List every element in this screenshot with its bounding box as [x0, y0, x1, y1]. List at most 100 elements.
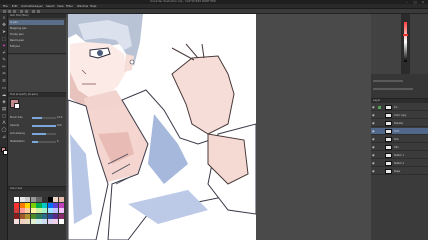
layer-row[interactable]: ◉ Color copy	[371, 112, 428, 119]
subtool-item[interactable]: Felt pen	[10, 44, 20, 49]
save-icon[interactable]	[13, 10, 16, 13]
illustration-canvas[interactable]	[68, 14, 256, 240]
layer-row[interactable]: ◉ Shadow	[371, 120, 428, 127]
layer-row[interactable]: ◉ Hair	[371, 144, 428, 151]
color-slider-strip[interactable]	[401, 14, 410, 74]
move-tool-icon[interactable]: ✥	[1, 23, 7, 29]
gradient-tool-icon[interactable]: ▤	[1, 107, 7, 113]
open-file-icon[interactable]	[8, 10, 11, 13]
color-swatch[interactable]	[36, 219, 42, 224]
color-swatch[interactable]	[25, 197, 31, 202]
color-slider-track[interactable]	[404, 22, 407, 62]
color-swatch[interactable]	[36, 197, 42, 202]
eraser-tool-icon[interactable]: ▭	[1, 86, 7, 92]
color-swatch[interactable]	[30, 213, 36, 219]
opacity-slider[interactable]: Opacity 100	[10, 123, 64, 128]
layer-row[interactable]: ◉ Ink	[371, 104, 428, 111]
eye-icon[interactable]: ◉	[372, 129, 375, 133]
color-swatch[interactable]	[19, 213, 25, 219]
color-swatch[interactable]	[36, 202, 42, 208]
color-swatch[interactable]	[14, 197, 20, 202]
color-swatch[interactable]	[58, 197, 64, 202]
figure-tool-icon[interactable]: ◻	[1, 114, 7, 120]
color-swatch[interactable]	[58, 202, 64, 208]
color-swatch[interactable]	[53, 197, 59, 202]
color-swatch[interactable]	[53, 202, 59, 208]
color-swatch[interactable]	[14, 219, 20, 224]
sub-color-swatch[interactable]	[2, 150, 8, 155]
opacity-bar[interactable]	[373, 88, 413, 90]
color-swatch[interactable]	[47, 219, 53, 224]
color-swatch[interactable]	[25, 219, 31, 224]
blend-mode-bar[interactable]	[373, 80, 403, 82]
color-swatch[interactable]	[36, 213, 42, 219]
color-swatch[interactable]	[14, 213, 20, 219]
pen-tool-icon[interactable]: ✎	[1, 58, 7, 64]
color-swatch[interactable]	[47, 202, 53, 208]
stabilization-slider[interactable]: Stabilization 6	[10, 139, 64, 144]
sub-color-preview[interactable]	[14, 103, 20, 109]
layer-row[interactable]: ◉ Skin	[371, 136, 428, 143]
blend-tool-icon[interactable]: ☁	[1, 93, 7, 99]
text-tool-icon[interactable]: A	[1, 121, 7, 127]
subtool-item[interactable]: Real G-pen	[10, 38, 24, 43]
color-swatch[interactable]	[47, 208, 53, 213]
color-swatch[interactable]	[14, 202, 20, 208]
layer-row[interactable]: ◉ Sketch 1	[371, 152, 428, 159]
color-swatch[interactable]	[42, 202, 48, 208]
brush-tool-icon[interactable]: ♒	[1, 72, 7, 78]
color-swatch[interactable]	[42, 197, 48, 202]
eye-icon[interactable]: ◉	[372, 137, 375, 141]
redo-icon[interactable]	[25, 10, 28, 13]
transform-icon[interactable]	[37, 10, 40, 13]
color-swatch[interactable]	[36, 208, 42, 213]
slider-track[interactable]	[32, 140, 56, 143]
color-swatch[interactable]	[19, 202, 25, 208]
layer-row[interactable]: ◉ Shirt	[371, 128, 428, 135]
layer-row[interactable]: ◉ Paper	[371, 168, 428, 175]
subtool-item[interactable]: G-pen	[9, 20, 64, 25]
ruler-tool-icon[interactable]: ⊿	[1, 135, 7, 141]
airbrush-tool-icon[interactable]: ≋	[1, 79, 7, 85]
color-swatch[interactable]	[25, 208, 31, 213]
clear-icon[interactable]	[32, 10, 35, 13]
color-swatch[interactable]	[42, 208, 48, 213]
subtool-item[interactable]: Mapping pen	[10, 26, 27, 31]
color-swatch[interactable]	[30, 208, 36, 213]
zoom-tool-icon[interactable]: ⌕	[1, 16, 7, 22]
color-swatch[interactable]	[58, 219, 64, 224]
color-swatch[interactable]	[19, 219, 25, 224]
color-swatch[interactable]	[30, 202, 36, 208]
antialiasing-slider[interactable]: Anti-aliasing	[10, 131, 64, 136]
fill-tool-icon[interactable]: ◈	[1, 100, 7, 106]
eyedropper-tool-icon[interactable]: ⌿	[1, 51, 7, 57]
eye-icon[interactable]: ◉	[372, 153, 375, 157]
color-swatch[interactable]	[47, 213, 53, 219]
brush-size-slider[interactable]: Brush Size 12.0	[10, 115, 64, 120]
eye-icon[interactable]: ◉	[372, 145, 375, 149]
color-swatch[interactable]	[30, 197, 36, 202]
selection-tool-icon[interactable]: ⬚	[1, 37, 7, 43]
eye-icon[interactable]: ◉	[372, 121, 375, 125]
slider-track[interactable]	[32, 116, 56, 119]
new-file-icon[interactable]	[3, 10, 6, 13]
pencil-tool-icon[interactable]: ✏	[1, 65, 7, 71]
eye-icon[interactable]: ◉	[372, 161, 375, 165]
color-swatch[interactable]	[53, 208, 59, 213]
slider-track[interactable]	[32, 132, 56, 135]
color-swatch[interactable]	[58, 208, 64, 213]
color-swatch[interactable]	[42, 219, 48, 224]
slider-track[interactable]	[32, 124, 56, 127]
color-swatch[interactable]	[19, 208, 25, 213]
layer-row[interactable]: ◉ Sketch 2	[371, 160, 428, 167]
color-swatch[interactable]	[19, 197, 25, 202]
undo-icon[interactable]	[20, 10, 23, 13]
color-swatch[interactable]	[25, 202, 31, 208]
eye-icon[interactable]: ◉	[372, 113, 375, 117]
color-swatch[interactable]	[42, 213, 48, 219]
auto-select-tool-icon[interactable]: ✦	[1, 44, 7, 50]
color-swatch[interactable]	[30, 219, 36, 224]
canvas-area[interactable]	[66, 14, 371, 240]
color-swatch[interactable]	[14, 208, 20, 213]
color-swatch[interactable]	[58, 213, 64, 219]
